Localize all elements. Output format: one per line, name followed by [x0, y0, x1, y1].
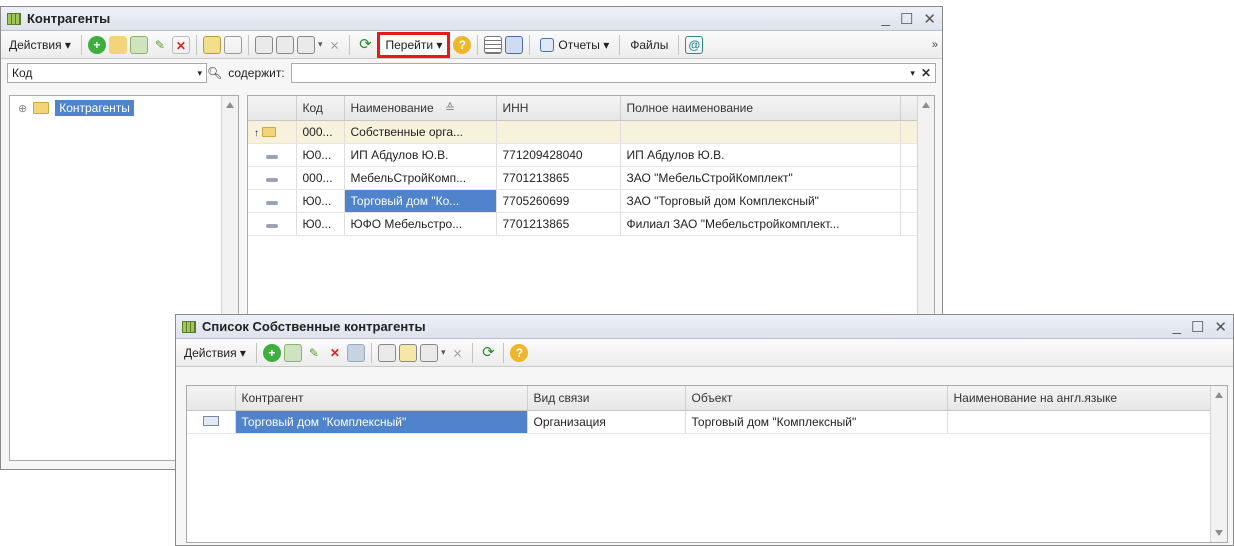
- record-icon: [202, 415, 219, 426]
- filter-search-input[interactable]: ▾ ✕: [290, 63, 936, 83]
- table-icon: [7, 12, 21, 25]
- main-titlebar: Контрагенты _ ☐ ✕: [1, 7, 942, 31]
- sub-titlebar: Список Собственные контрагенты _ ☐ ✕: [176, 315, 1233, 339]
- reports-menu-button[interactable]: Отчеты ▾: [536, 34, 613, 56]
- table-icon: [182, 320, 196, 333]
- folder-icon: [33, 102, 50, 114]
- delete-icon[interactable]: ✕: [326, 344, 344, 362]
- close-icon[interactable]: ✕: [1214, 318, 1227, 336]
- table-header: Контрагент Вид связи Объект Наименование…: [187, 386, 1227, 411]
- filter-condition-label: содержит:: [228, 66, 285, 80]
- maximize-icon[interactable]: ☐: [900, 10, 913, 28]
- column-header-code[interactable]: Код: [296, 96, 345, 121]
- sort-icon: ≙: [445, 100, 456, 115]
- table-row[interactable]: ↑ 000... Собственные орга...: [248, 120, 934, 144]
- filter-clear-icon[interactable]: ⨯: [325, 36, 343, 54]
- actions-menu-button[interactable]: Действия ▾: [5, 34, 75, 56]
- column-header-object[interactable]: Объект: [685, 386, 948, 411]
- table-row[interactable]: Ю0... Торговый дом "Ко... 7705260699 ЗАО…: [248, 189, 934, 213]
- filter-history-icon[interactable]: [419, 343, 438, 362]
- contractors-table: Код Наименование ≙ ИНН Полное наименован…: [248, 96, 934, 236]
- item-icon: [265, 177, 278, 182]
- hierarchy-icon[interactable]: [223, 35, 242, 54]
- tree-view-icon[interactable]: [202, 35, 221, 54]
- item-icon: [265, 200, 278, 205]
- edit-icon[interactable]: ✎: [305, 344, 323, 362]
- edit-icon[interactable]: ✎: [151, 36, 169, 54]
- clear-filter-icon[interactable]: ✕: [921, 66, 931, 80]
- sub-window-title: Список Собственные контрагенты: [202, 319, 426, 334]
- own-contractors-table-panel: Контрагент Вид связи Объект Наименование…: [186, 385, 1228, 543]
- add-icon[interactable]: +: [87, 35, 106, 54]
- toolbar-overflow-icon[interactable]: »: [932, 39, 938, 51]
- table-row[interactable]: 000... МебельСтройКомп... 7701213865 ЗАО…: [248, 166, 934, 190]
- table-row[interactable]: Ю0... ИП Абдулов Ю.В. 771209428040 ИП Аб…: [248, 143, 934, 167]
- search-icon[interactable]: 🔍︎: [207, 66, 222, 80]
- filter-by-value-icon[interactable]: [275, 35, 294, 54]
- add-folder-icon[interactable]: [108, 35, 127, 54]
- filter-by-value-icon[interactable]: [398, 343, 417, 362]
- filter-bar: Код ▾ 🔍︎ содержит: ▾ ✕: [1, 59, 942, 87]
- add-icon[interactable]: +: [262, 343, 281, 362]
- own-contractors-table: Контрагент Вид связи Объект Наименование…: [187, 386, 1227, 434]
- refresh-icon[interactable]: ⟳: [356, 36, 374, 54]
- column-header-name[interactable]: Наименование ≙: [344, 96, 497, 121]
- column-header-full-name[interactable]: Полное наименование: [620, 96, 901, 121]
- help-icon[interactable]: ?: [453, 35, 472, 54]
- minimize-icon[interactable]: _: [1173, 318, 1181, 336]
- main-window-title: Контрагенты: [27, 11, 111, 26]
- expand-icon[interactable]: ⊕: [18, 102, 27, 115]
- sub-table-scrollbar[interactable]: [1210, 386, 1227, 542]
- filter-set-icon[interactable]: [377, 343, 396, 362]
- email-icon[interactable]: @: [685, 35, 704, 54]
- chevron-down-icon[interactable]: ▾: [910, 68, 915, 79]
- filter-field-select[interactable]: Код ▾: [7, 63, 207, 83]
- tree-root-item[interactable]: Контрагенты: [55, 100, 134, 116]
- close-icon[interactable]: ✕: [923, 10, 936, 28]
- save-icon[interactable]: [346, 343, 365, 362]
- table-row[interactable]: Ю0... ЮФО Мебельстро... 7701213865 Филиа…: [248, 212, 934, 236]
- maximize-icon[interactable]: ☐: [1191, 318, 1204, 336]
- table-row[interactable]: Торговый дом "Комплексный" Организация Т…: [187, 410, 1227, 434]
- filter-set-icon[interactable]: [254, 35, 273, 54]
- item-icon: [265, 154, 278, 159]
- copy-icon[interactable]: [283, 343, 302, 362]
- refresh-icon[interactable]: ⟳: [479, 344, 497, 362]
- table-header: Код Наименование ≙ ИНН Полное наименован…: [248, 96, 934, 121]
- help-icon[interactable]: ?: [510, 343, 529, 362]
- sub-toolbar: Действия ▾ + ✎ ✕ ▾ ⨯ ⟳ ?: [176, 339, 1233, 367]
- filter-history-icon[interactable]: [296, 35, 315, 54]
- copy-icon[interactable]: [129, 35, 148, 54]
- main-toolbar: Действия ▾ + ✎ ✕ ▾ ⨯ ⟳ Перейти ▾ ? Отчет…: [1, 31, 942, 59]
- columns-settings-icon[interactable]: [505, 35, 524, 54]
- folder-icon: [262, 127, 277, 138]
- delete-icon[interactable]: ✕: [171, 35, 190, 54]
- column-header-eng-name[interactable]: Наименование на англ.языке: [947, 386, 1212, 411]
- column-header-inn[interactable]: ИНН: [496, 96, 621, 121]
- column-header-link-type[interactable]: Вид связи: [527, 386, 686, 411]
- files-button[interactable]: Файлы: [626, 34, 672, 56]
- minimize-icon[interactable]: _: [882, 10, 890, 28]
- chart-icon: [540, 37, 555, 52]
- actions-menu-button[interactable]: Действия ▾: [180, 342, 250, 364]
- list-settings-icon[interactable]: [484, 35, 503, 54]
- column-header-contractor[interactable]: Контрагент: [235, 386, 528, 411]
- goto-menu-button[interactable]: Перейти ▾: [377, 31, 451, 58]
- filter-clear-icon[interactable]: ⨯: [448, 344, 466, 362]
- sub-window: Список Собственные контрагенты _ ☐ ✕ Дей…: [175, 314, 1234, 546]
- item-icon: [265, 223, 278, 228]
